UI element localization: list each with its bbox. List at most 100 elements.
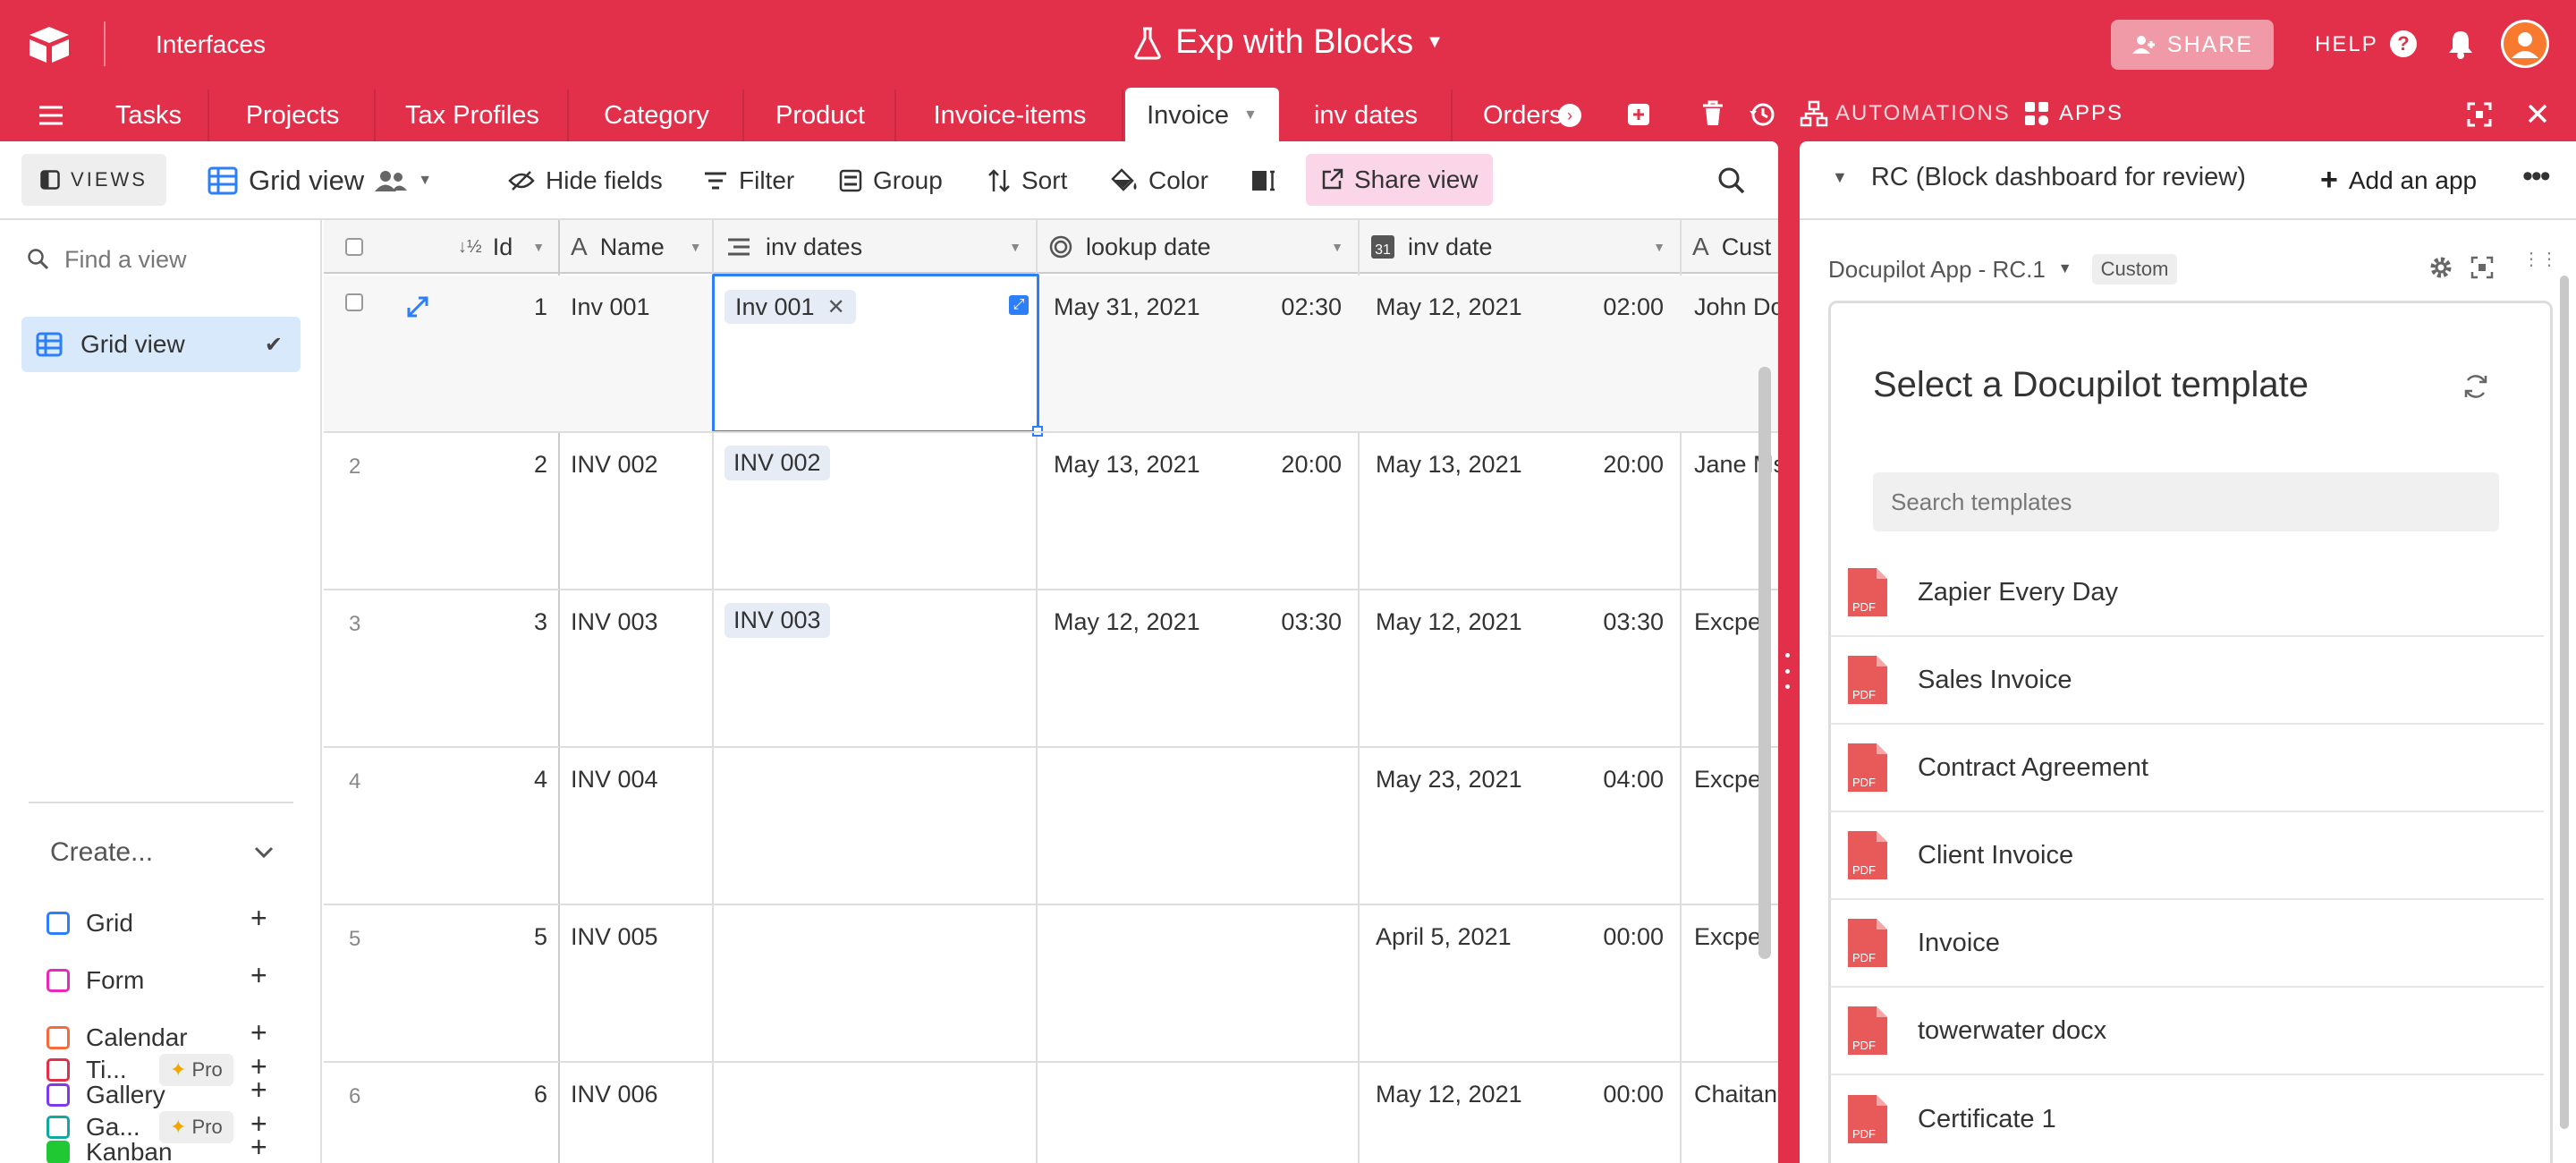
create-form-view[interactable]: Form xyxy=(47,963,144,998)
tab-category[interactable]: Category xyxy=(571,89,744,141)
tab-tax-profiles[interactable]: Tax Profiles xyxy=(377,89,569,141)
create-timeline-view[interactable]: Ti... xyxy=(47,1052,127,1088)
share-view-button[interactable]: Share view xyxy=(1306,154,1493,206)
cell-id[interactable]: 3 xyxy=(458,590,547,636)
cell-inv-date[interactable]: May 12, 2021 xyxy=(1376,590,1522,636)
scroll-tabs-right-icon[interactable]: › xyxy=(1558,104,1581,127)
apps-button[interactable]: APPS xyxy=(2023,100,2123,127)
views-toggle-button[interactable]: VIEWS xyxy=(21,154,166,206)
cell-inv-date[interactable]: May 12, 2021 xyxy=(1376,1063,1522,1108)
cell-name[interactable]: INV 006 xyxy=(571,1063,658,1108)
group-button[interactable]: Group xyxy=(839,157,943,204)
base-title-area[interactable]: Exp with Blocks ▼ xyxy=(1132,23,1444,62)
cell-name[interactable]: INV 004 xyxy=(571,748,658,794)
cell-name[interactable]: Inv 001 xyxy=(571,276,650,321)
add-app-button[interactable]: + Add an app xyxy=(2320,163,2477,198)
column-header-name[interactable]: A Name ▼ xyxy=(560,220,714,274)
cell-inv-dates[interactable]: INV 003 xyxy=(724,590,830,638)
template-item[interactable]: PDF Client Invoice xyxy=(1830,812,2544,900)
menu-icon[interactable] xyxy=(38,104,64,127)
cell-name[interactable]: INV 003 xyxy=(571,590,658,636)
close-icon[interactable] xyxy=(2526,102,2549,125)
cell-id[interactable]: 6 xyxy=(458,1063,547,1108)
cell-inv-date[interactable]: May 12, 2021 xyxy=(1376,276,1522,321)
template-item[interactable]: PDF Sales Invoice xyxy=(1830,637,2544,725)
template-item[interactable]: PDF Contract Agreement xyxy=(1830,725,2544,812)
dashboard-scrollbar[interactable] xyxy=(2560,276,2569,1129)
cell-cust[interactable]: Chaitan xyxy=(1694,1063,1778,1108)
cell-inv-dates[interactable]: INV 002 xyxy=(724,433,830,480)
cell-name[interactable]: INV 002 xyxy=(571,433,658,479)
column-header-inv-dates[interactable]: inv dates ▼ xyxy=(714,220,1036,274)
fullscreen-icon[interactable] xyxy=(2470,256,2494,279)
grid-scrollbar[interactable] xyxy=(1758,367,1771,959)
cell-name[interactable]: INV 005 xyxy=(571,905,658,951)
tab-projects[interactable]: Projects xyxy=(211,89,376,141)
refresh-icon[interactable] xyxy=(2462,372,2490,401)
avatar[interactable] xyxy=(2501,20,2549,68)
more-options-icon[interactable]: ••• xyxy=(2522,159,2551,194)
automations-button[interactable]: AUTOMATIONS xyxy=(1800,100,2011,127)
bell-icon[interactable] xyxy=(2447,29,2474,59)
row-height-button[interactable] xyxy=(1250,157,1275,204)
hide-fields-button[interactable]: Hide fields xyxy=(508,157,663,204)
expand-cell-icon[interactable]: ⤢ xyxy=(1009,295,1029,315)
find-view-field[interactable]: Find a view xyxy=(27,238,295,281)
linked-record-chip[interactable]: Inv 001 ✕ xyxy=(724,290,856,324)
add-timeline-icon[interactable]: + xyxy=(250,1050,267,1083)
template-item[interactable]: PDF towerwater docx xyxy=(1830,988,2544,1075)
sort-button[interactable]: Sort xyxy=(987,157,1067,204)
panel-resize-handle[interactable] xyxy=(1784,653,1791,689)
expand-record-icon[interactable] xyxy=(406,295,429,318)
row-checkbox[interactable] xyxy=(345,293,363,311)
trash-icon[interactable] xyxy=(1701,100,1724,127)
search-templates-input[interactable]: Search templates xyxy=(1873,472,2499,531)
create-view-header[interactable]: Create... xyxy=(50,837,274,868)
tab-invoice[interactable]: Invoice ▼ xyxy=(1125,88,1279,143)
drag-handle-icon[interactable]: ⋮⋮ xyxy=(2522,250,2558,268)
cell-id[interactable]: 5 xyxy=(458,905,547,951)
color-button[interactable]: Color xyxy=(1111,157,1208,204)
create-grid-view[interactable]: Grid xyxy=(47,905,133,941)
template-item[interactable]: PDF Certificate 1 xyxy=(1830,1075,2544,1163)
add-form-icon[interactable]: + xyxy=(250,959,267,992)
share-button[interactable]: SHARE xyxy=(2111,20,2274,70)
cell-lookup-date[interactable]: May 12, 2021 xyxy=(1054,590,1200,636)
template-item[interactable]: PDF Zapier Every Day xyxy=(1830,549,2544,637)
help-label[interactable]: HELP xyxy=(2315,32,2378,57)
cell-lookup-date[interactable]: May 13, 2021 xyxy=(1054,433,1200,479)
sidebar-item-grid-view[interactable]: Grid view ✔ xyxy=(21,317,301,372)
cell-cust[interactable]: John Do xyxy=(1694,276,1778,321)
linked-record-chip[interactable]: INV 002 xyxy=(724,446,830,480)
add-gantt-icon[interactable]: + xyxy=(250,1108,267,1141)
remove-icon[interactable]: ✕ xyxy=(827,294,845,320)
app-name[interactable]: Docupilot App - RC.1 xyxy=(1828,256,2046,284)
add-calendar-icon[interactable]: + xyxy=(250,1016,267,1049)
column-header-inv-date[interactable]: 31 inv date ▼ xyxy=(1360,220,1680,274)
tab-orders[interactable]: Orders xyxy=(1454,89,1562,141)
tab-invoice-items[interactable]: Invoice-items xyxy=(898,89,1123,141)
cell-id[interactable]: 4 xyxy=(458,748,547,794)
filter-button[interactable]: Filter xyxy=(703,157,794,204)
help-icon[interactable]: ? xyxy=(2390,30,2417,57)
select-all-checkbox[interactable] xyxy=(345,238,363,256)
workspace-label[interactable]: Interfaces xyxy=(156,30,266,59)
cell-inv-date[interactable]: May 23, 2021 xyxy=(1376,748,1522,794)
caret-down-icon[interactable]: ▼ xyxy=(2058,261,2072,277)
tab-tasks[interactable]: Tasks xyxy=(89,89,209,141)
search-button[interactable] xyxy=(1717,157,1746,204)
gear-icon[interactable] xyxy=(2428,254,2454,281)
history-icon[interactable] xyxy=(1748,100,1776,129)
add-table-icon[interactable] xyxy=(1626,102,1651,127)
create-calendar-view[interactable]: Calendar xyxy=(47,1020,188,1056)
tab-inv-dates[interactable]: inv dates xyxy=(1281,89,1453,141)
column-header-cust[interactable]: A Cust xyxy=(1682,220,1778,274)
tab-product[interactable]: Product xyxy=(746,89,896,141)
fullscreen-icon[interactable] xyxy=(2467,102,2492,127)
cell-inv-date[interactable]: May 13, 2021 xyxy=(1376,433,1522,479)
add-grid-icon[interactable]: + xyxy=(250,902,267,935)
column-header-lookup-date[interactable]: lookup date ▼ xyxy=(1038,220,1358,274)
template-item[interactable]: PDF Invoice xyxy=(1830,900,2544,988)
cell-lookup-date[interactable]: May 31, 2021 xyxy=(1054,276,1200,321)
airtable-logo-icon[interactable] xyxy=(27,25,72,64)
